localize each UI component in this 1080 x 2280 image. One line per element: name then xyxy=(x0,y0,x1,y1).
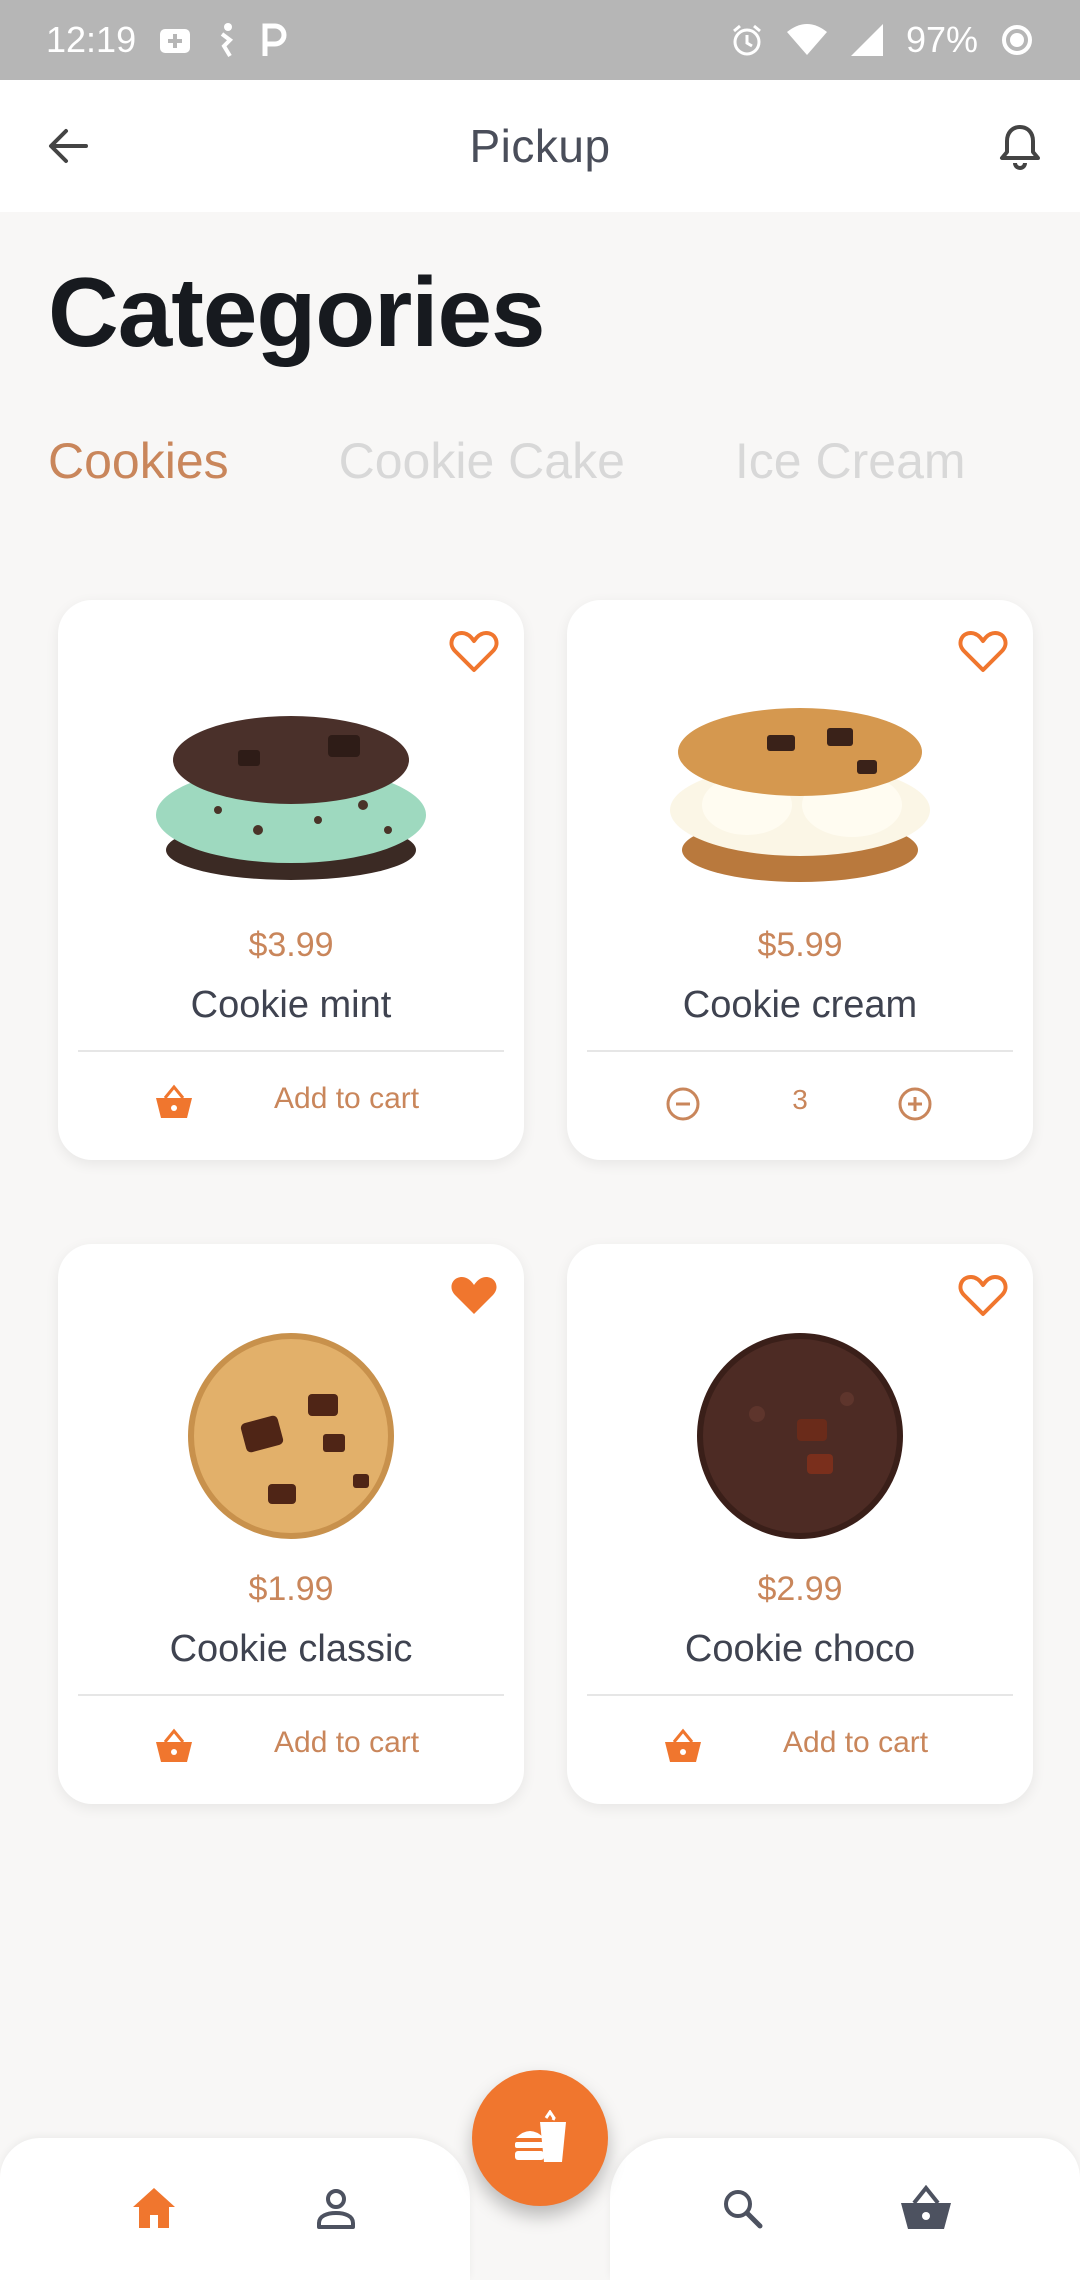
plus-circle-icon[interactable] xyxy=(897,1086,933,1122)
signal-icon xyxy=(850,23,884,57)
add-to-cart-button[interactable]: Add to cart xyxy=(567,1714,1033,1780)
heart-outline-icon xyxy=(958,1275,1008,1316)
status-bar: 12:19 97% xyxy=(0,0,1080,80)
basket-icon xyxy=(156,1084,192,1118)
quantity-value: 3 xyxy=(792,1084,808,1115)
heart-outline-icon xyxy=(449,631,499,672)
card-divider xyxy=(78,1050,504,1052)
vanilla-ice-cream-sandwich-image xyxy=(670,708,930,882)
nav-basket-button[interactable] xyxy=(896,2178,956,2238)
product-name: Cookie choco xyxy=(684,1628,916,1670)
add-to-cart-label: Add to cart xyxy=(274,1082,420,1115)
page-heading: Categories xyxy=(48,257,546,367)
favorite-button[interactable] xyxy=(446,1268,502,1324)
product-name: Cookie mint xyxy=(190,984,392,1026)
nav-bar-left xyxy=(0,2138,470,2280)
status-left: 12:19 xyxy=(46,19,288,61)
chocolate-chunk-cookie-image xyxy=(188,1333,394,1539)
status-time: 12:19 xyxy=(46,19,137,60)
product-price: $2.99 xyxy=(757,1570,843,1608)
basket-icon xyxy=(156,1728,192,1762)
home-icon xyxy=(133,2188,175,2228)
card-divider xyxy=(78,1694,504,1696)
add-to-cart-button[interactable]: Add to cart xyxy=(58,1714,524,1780)
basket-icon xyxy=(665,1728,701,1762)
favorite-button[interactable] xyxy=(446,624,502,680)
product-price: $5.99 xyxy=(757,926,843,964)
product-card-cookie-choco[interactable]: $2.99 Cookie choco Add to cart xyxy=(567,1244,1033,1804)
search-icon xyxy=(724,2190,763,2229)
product-name: Cookie cream xyxy=(682,984,918,1026)
product-card-cookie-mint[interactable]: $3.99 Cookie mint Add to cart xyxy=(58,600,524,1160)
bike-icon xyxy=(214,22,238,58)
back-button[interactable] xyxy=(40,118,96,174)
heart-filled-icon xyxy=(451,1277,497,1314)
nav-profile-button[interactable] xyxy=(306,2178,366,2238)
health-icon xyxy=(158,25,192,55)
nav-home-button[interactable] xyxy=(124,2178,184,2238)
product-card-cookie-classic[interactable]: $1.99 Cookie classic Add to cart xyxy=(58,1244,524,1804)
tab-ice-cream[interactable]: Ice Cream xyxy=(735,432,966,490)
favorite-button[interactable] xyxy=(955,624,1011,680)
battery-percent: 97% xyxy=(905,19,978,60)
add-to-cart-label: Add to cart xyxy=(783,1726,929,1759)
product-name: Cookie classic xyxy=(169,1628,413,1670)
add-to-cart-button[interactable]: Add to cart xyxy=(58,1070,524,1136)
quantity-stepper: 3 xyxy=(567,1070,1033,1136)
notifications-button[interactable] xyxy=(992,118,1048,174)
tab-cookies[interactable]: Cookies xyxy=(48,432,229,490)
app-title: Pickup xyxy=(469,120,611,172)
alarm-icon xyxy=(730,23,764,57)
status-right: 97% xyxy=(730,19,1034,61)
card-divider xyxy=(587,1050,1013,1052)
basket-icon xyxy=(901,2185,951,2229)
double-chocolate-cookie-image xyxy=(697,1333,903,1539)
add-to-cart-label: Add to cart xyxy=(274,1726,420,1759)
mint-ice-cream-sandwich-image xyxy=(156,716,426,880)
arrow-left-icon xyxy=(49,129,88,163)
battery-ring-icon xyxy=(1000,23,1034,57)
profile-icon xyxy=(317,2189,355,2229)
nav-search-button[interactable] xyxy=(712,2178,772,2238)
parking-icon xyxy=(260,22,288,58)
fast-food-fab[interactable] xyxy=(472,2070,608,2206)
tab-cookie-cake[interactable]: Cookie Cake xyxy=(339,432,625,490)
bell-icon xyxy=(1000,125,1040,170)
favorite-button[interactable] xyxy=(955,1268,1011,1324)
product-price: $3.99 xyxy=(248,926,334,964)
product-price: $1.99 xyxy=(248,1570,334,1608)
category-tabs: Cookies Cookie Cake Ice Cream xyxy=(48,432,966,490)
heart-outline-icon xyxy=(958,631,1008,672)
wifi-icon xyxy=(786,24,828,56)
product-card-cookie-cream[interactable]: $5.99 Cookie cream 3 xyxy=(567,600,1033,1160)
app-bar: Pickup xyxy=(0,80,1080,212)
card-divider xyxy=(587,1694,1013,1696)
fast-food-icon xyxy=(515,2110,566,2162)
nav-bar-right xyxy=(610,2138,1080,2280)
